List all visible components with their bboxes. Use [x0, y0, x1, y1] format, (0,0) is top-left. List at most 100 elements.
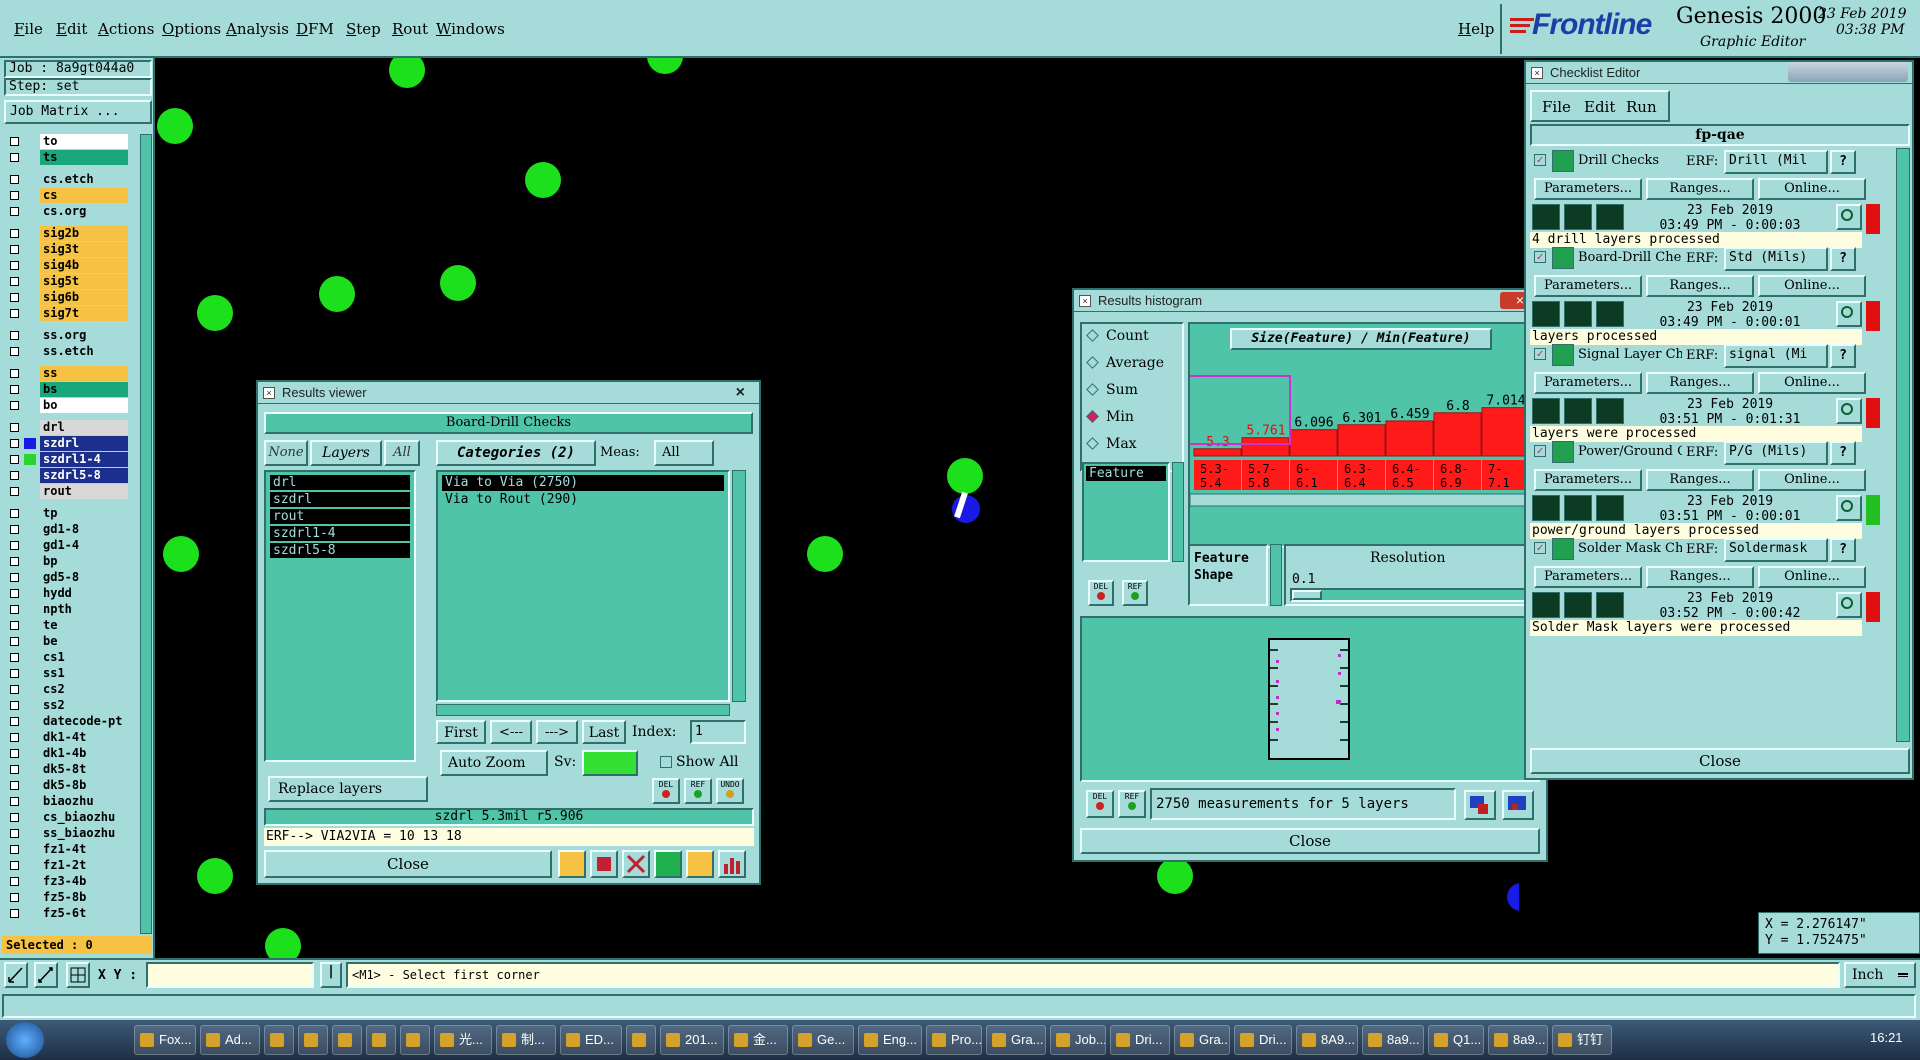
layer-checkbox[interactable] — [10, 733, 19, 742]
layer-checkbox[interactable] — [10, 137, 19, 146]
aggregate-option-average[interactable]: Average — [1082, 351, 1182, 378]
layer-name[interactable]: cs.etch — [40, 172, 128, 187]
ref-icon[interactable]: REF — [684, 778, 712, 804]
layer-name[interactable]: cs1 — [40, 650, 128, 665]
layer-checkbox[interactable] — [10, 797, 19, 806]
layer-name[interactable]: sig4b — [40, 258, 128, 273]
checklist-menu-file[interactable]: File — [1542, 98, 1571, 116]
layer-name[interactable]: gd1-4 — [40, 538, 128, 553]
layer-row[interactable]: ss — [6, 366, 128, 381]
layer-display-swatch[interactable] — [24, 524, 36, 535]
layer-checkbox[interactable] — [10, 293, 19, 302]
zoom-icon[interactable] — [1836, 398, 1862, 424]
taskbar-item[interactable]: Dri... — [1234, 1025, 1292, 1055]
layer-checkbox[interactable] — [10, 589, 19, 598]
layer-row[interactable]: bp — [6, 554, 128, 569]
layer-row[interactable]: cs1 — [6, 650, 128, 665]
list-icon[interactable] — [686, 850, 714, 878]
layer-name[interactable]: sig6b — [40, 290, 128, 305]
layer-name[interactable]: ss.org — [40, 328, 128, 343]
run-icon[interactable] — [1532, 301, 1560, 327]
layer-name[interactable]: ss — [40, 366, 128, 381]
menu-actions[interactable]: Actions — [98, 20, 154, 38]
layer-name[interactable]: szdrl — [40, 436, 128, 451]
aggregate-option-count[interactable]: Count — [1082, 324, 1182, 351]
layer-name[interactable]: szdrl1-4 — [40, 452, 128, 467]
show-all-checkbox[interactable] — [660, 756, 672, 768]
taskbar-item[interactable] — [332, 1025, 362, 1055]
layer-name[interactable]: dk5-8b — [40, 778, 128, 793]
last-button[interactable]: Last — [582, 720, 626, 744]
layer-name[interactable]: tp — [40, 506, 128, 521]
action-name[interactable]: Board-Drill Che — [1578, 250, 1682, 265]
layer-display-swatch[interactable] — [24, 668, 36, 679]
layer-row[interactable]: biaozhu — [6, 794, 128, 809]
erf-select[interactable]: Soldermask — [1724, 538, 1828, 562]
stop-icon[interactable] — [1596, 204, 1624, 230]
layer-name[interactable]: ss_biaozhu — [40, 826, 128, 841]
help-icon[interactable]: ? — [1830, 344, 1856, 368]
layer-row[interactable]: dk5-8b — [6, 778, 128, 793]
layer-display-swatch[interactable] — [24, 876, 36, 887]
zoom-icon[interactable] — [1836, 495, 1862, 521]
layer-checkbox[interactable] — [10, 487, 19, 496]
layer-row[interactable]: cs.org — [6, 204, 128, 219]
action-checkbox[interactable]: ✓ — [1534, 251, 1546, 263]
stop-icon[interactable] — [1596, 592, 1624, 618]
layer-row[interactable]: cs2 — [6, 682, 128, 697]
layer-display-swatch[interactable] — [24, 422, 36, 433]
layer-name[interactable]: cs2 — [40, 682, 128, 697]
job-matrix-button[interactable]: Job Matrix ... — [4, 100, 152, 124]
layer-name[interactable]: ss2 — [40, 698, 128, 713]
layer-display-swatch[interactable] — [24, 620, 36, 631]
sv-color-select[interactable] — [582, 750, 638, 776]
layer-checkbox[interactable] — [10, 813, 19, 822]
layer-checkbox[interactable] — [10, 701, 19, 710]
histogram-bar[interactable] — [1289, 429, 1338, 457]
menu-file[interactable]: File — [14, 20, 43, 38]
parameters-button[interactable]: Parameters... — [1534, 566, 1642, 588]
layer-row[interactable]: sig7t — [6, 306, 128, 321]
ranges-button[interactable]: Ranges... — [1646, 469, 1754, 491]
layer-checkbox[interactable] — [10, 471, 19, 480]
layer-checkbox[interactable] — [10, 557, 19, 566]
taskbar-item[interactable]: 8a9... — [1362, 1025, 1424, 1055]
taskbar-item[interactable]: 8a9... — [1488, 1025, 1548, 1055]
layer-checkbox[interactable] — [10, 423, 19, 432]
select-tool-icon[interactable] — [4, 962, 28, 988]
layer-checkbox[interactable] — [10, 277, 19, 286]
layer-row[interactable]: ss2 — [6, 698, 128, 713]
layer-display-swatch[interactable] — [24, 748, 36, 759]
taskbar-item[interactable]: 金... — [728, 1025, 788, 1055]
erf-select[interactable]: signal (Mi — [1724, 344, 1828, 368]
layer-row[interactable]: szdrl — [6, 436, 128, 451]
run-icon[interactable] — [1564, 301, 1592, 327]
layer-checkbox[interactable] — [10, 229, 19, 238]
histogram-bar[interactable] — [1433, 412, 1482, 457]
online-button[interactable]: Online... — [1758, 178, 1866, 200]
layer-checkbox[interactable] — [10, 309, 19, 318]
layer-display-swatch[interactable] — [24, 206, 36, 217]
online-button[interactable]: Online... — [1758, 469, 1866, 491]
resolution-slider[interactable] — [1290, 588, 1534, 602]
layer-display-swatch[interactable] — [24, 764, 36, 775]
layer-display-swatch[interactable] — [24, 244, 36, 255]
run-icon[interactable] — [1532, 398, 1560, 424]
layer-display-swatch[interactable] — [24, 652, 36, 663]
taskbar-item[interactable] — [264, 1025, 294, 1055]
sort-icon[interactable] — [654, 850, 682, 878]
layer-checkbox[interactable] — [10, 369, 19, 378]
layer-display-swatch[interactable] — [24, 588, 36, 599]
layer-display-swatch[interactable] — [24, 812, 36, 823]
layer-name[interactable]: to — [40, 134, 128, 149]
layer-name[interactable]: bp — [40, 554, 128, 569]
layer-list-item[interactable]: szdrl — [270, 492, 410, 507]
layer-checkbox[interactable] — [10, 175, 19, 184]
layer-checkbox[interactable] — [10, 637, 19, 646]
layer-checkbox[interactable] — [10, 861, 19, 870]
feature-listbox[interactable]: Feature — [1082, 462, 1170, 562]
layer-name[interactable]: bs — [40, 382, 128, 397]
layer-checkbox[interactable] — [10, 261, 19, 270]
layer-display-swatch[interactable] — [24, 780, 36, 791]
layer-checkbox[interactable] — [10, 347, 19, 356]
